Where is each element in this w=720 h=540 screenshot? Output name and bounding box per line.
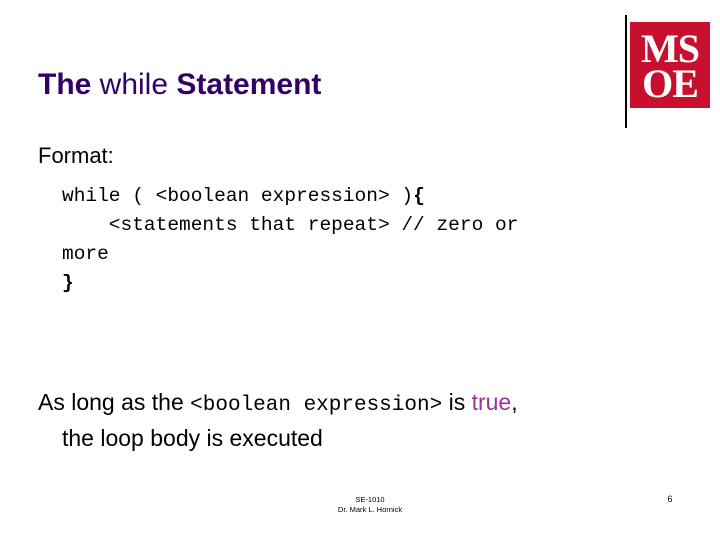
body-text-part1: As long as the	[38, 389, 191, 415]
slide-canvas: MS OE The while Statement Format: while …	[0, 0, 720, 540]
code-block: while ( <boolean expression> ){ <stateme…	[62, 182, 702, 298]
format-label: Format:	[38, 143, 114, 168]
footer-course: SE-1010	[355, 495, 385, 504]
code-close-brace: }	[62, 272, 74, 294]
code-line-3: more	[62, 243, 109, 265]
footer-author: Dr. Mark L. Hornick	[337, 505, 403, 514]
body-paragraph: As long as the <boolean expression> is t…	[38, 386, 698, 455]
code-line-2: <statements that repeat> // zero or	[62, 214, 519, 236]
title-part2: Statement	[168, 68, 322, 101]
msoe-logo-letters: MS OE	[630, 22, 710, 108]
msoe-logo: MS OE	[630, 22, 710, 108]
body-text-part3: ,	[511, 389, 518, 415]
body-true-keyword: true	[471, 389, 512, 415]
title-keyword: while	[99, 68, 169, 101]
slide-footer: SE-1010 Dr. Mark L. Hornick	[260, 495, 480, 515]
msoe-logo-line2: OE	[642, 61, 699, 106]
body-text-part2: is	[442, 389, 472, 415]
page-number: 6	[667, 494, 673, 504]
title-part1: The	[38, 68, 100, 101]
code-line-1-text: while ( <boolean expression> )	[62, 185, 414, 207]
body-mono-expression: <boolean expression>	[190, 394, 443, 417]
header-divider-line	[625, 15, 627, 128]
code-open-brace: {	[413, 185, 425, 207]
body-text-line2: the loop body is executed	[62, 425, 323, 451]
code-line-1: while ( <boolean expression> ){	[62, 182, 702, 211]
slide-title: The while Statement	[38, 66, 598, 104]
